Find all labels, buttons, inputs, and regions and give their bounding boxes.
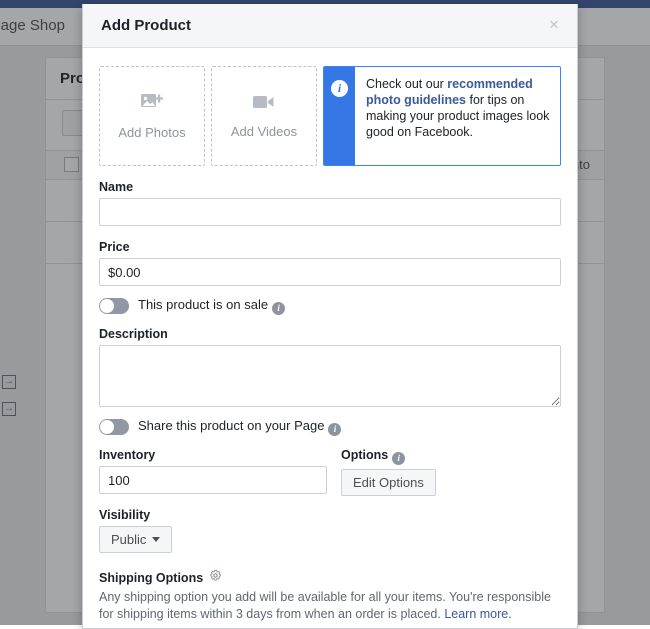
share-page-label-wrap: Share this product on your Page i [138,418,341,436]
shipping-options-header: Shipping Options [99,569,561,587]
share-page-label: Share this product on your Page [138,418,324,433]
options-info-icon[interactable]: i [392,452,405,465]
price-input[interactable] [99,258,561,286]
visibility-selected-value: Public [111,532,146,547]
shipping-options-title: Shipping Options [99,571,203,585]
on-sale-toggle[interactable] [99,298,129,314]
dialog-header: Add Product × [83,4,577,48]
inventory-label: Inventory [99,448,327,462]
close-icon[interactable]: × [543,15,565,37]
share-page-toggle[interactable] [99,419,129,435]
add-photos-label: Add Photos [118,125,185,140]
options-label: Options [341,448,388,462]
name-input[interactable] [99,198,561,226]
toggle-knob [100,420,114,434]
edit-options-button[interactable]: Edit Options [341,469,436,496]
info-strip: i [324,67,355,165]
dialog-body: Add Photos Add Videos i Check out our re… [83,48,577,629]
add-videos-label: Add Videos [231,124,297,139]
toggle-knob [100,299,114,313]
inventory-column: Inventory [99,448,327,496]
options-label-wrap: Options i [341,448,436,465]
photo-guidelines-info-box: i Check out our recommended photo guidel… [323,66,561,166]
description-label: Description [99,327,561,341]
learn-more-link[interactable]: Learn more [444,607,508,621]
info-text: Check out our recommended photo guidelin… [355,67,560,165]
description-textarea[interactable] [99,345,561,407]
media-upload-row: Add Photos Add Videos i Check out our re… [99,66,561,166]
share-page-row: Share this product on your Page i [99,418,561,436]
visibility-dropdown[interactable]: Public [99,526,172,553]
name-label: Name [99,180,561,194]
add-product-dialog: Add Product × Add Photos [82,4,578,629]
add-photos-dropzone[interactable]: Add Photos [99,66,205,166]
chevron-down-icon [152,537,160,542]
visibility-label: Visibility [99,508,561,522]
options-column: Options i Edit Options [341,448,436,496]
on-sale-info-icon[interactable]: i [272,302,285,315]
video-camera-icon [252,93,276,116]
info-icon: i [331,80,348,97]
dialog-title: Add Product [101,17,191,34]
on-sale-label: This product is on sale [138,297,268,312]
info-text-before: Check out our [366,77,447,91]
add-photo-icon [140,92,164,117]
shipping-desc-period: . [508,607,511,621]
inventory-options-row: Inventory Options i Edit Options [99,448,561,496]
gear-icon[interactable] [209,569,222,587]
share-page-info-icon[interactable]: i [328,423,341,436]
price-label: Price [99,240,561,254]
shipping-options-description: Any shipping option you add will be avai… [99,589,561,623]
inventory-input[interactable] [99,466,327,494]
on-sale-label-wrap: This product is on sale i [138,297,285,315]
on-sale-row: This product is on sale i [99,297,561,315]
add-videos-dropzone[interactable]: Add Videos [211,66,317,166]
